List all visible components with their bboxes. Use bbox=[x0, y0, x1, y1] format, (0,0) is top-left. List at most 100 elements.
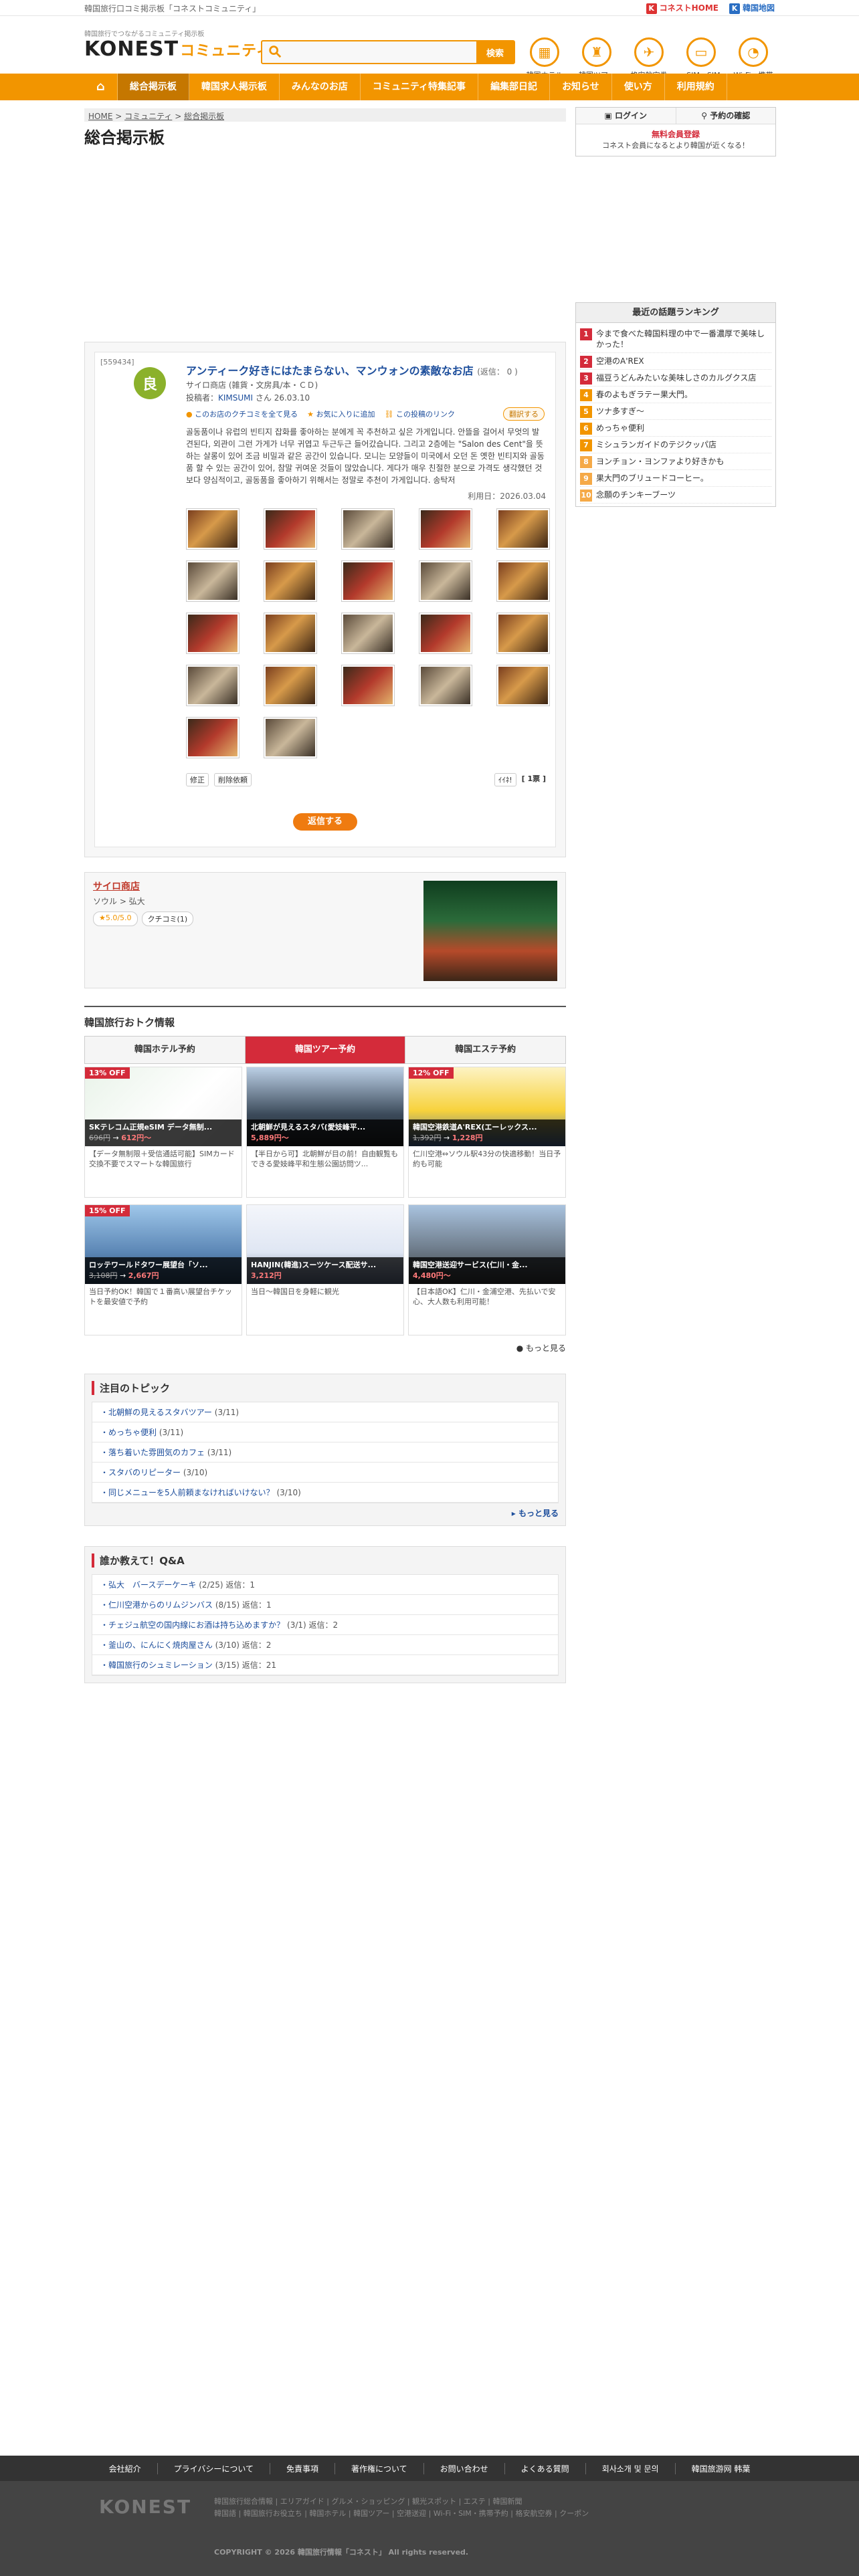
nav-jobs[interactable]: 韓国求人掲示板 bbox=[189, 74, 280, 100]
deal-card[interactable]: 15% OFF ロッテワールドタワー展望台「ソ... 3,108円 → 2,667… bbox=[84, 1204, 242, 1335]
nav-board[interactable]: 総合掲示板 bbox=[117, 74, 189, 100]
photo-thumb[interactable] bbox=[264, 665, 317, 706]
search-input[interactable] bbox=[288, 44, 468, 60]
deals-heading: 韓国旅行おトク情報 bbox=[84, 1016, 175, 1029]
post-url-link[interactable]: ⛓ この投稿のリンク bbox=[384, 409, 454, 419]
tab-hotel[interactable]: 韓国ホテル予約 bbox=[85, 1037, 246, 1063]
footer-link[interactable]: よくある質問 bbox=[505, 2462, 586, 2474]
footer-link[interactable]: お問い合わせ bbox=[424, 2462, 505, 2474]
nav-howto[interactable]: 使い方 bbox=[612, 74, 665, 100]
footer-links-1[interactable]: 韓国旅行総合情報 | エリアガイド | グルメ・ショッピング | 観光スポット … bbox=[214, 2496, 589, 2508]
nav-features[interactable]: コミュニティ特集記事 bbox=[361, 74, 479, 100]
nav-news[interactable]: お知らせ bbox=[550, 74, 612, 100]
edit-button[interactable]: 修正 bbox=[186, 773, 209, 786]
list-item[interactable]: ・チェジュ航空の国内線にお酒は持ち込めますか？ (3/1) 返信：2 bbox=[92, 1615, 558, 1635]
photo-thumb[interactable] bbox=[419, 560, 472, 602]
deal-card[interactable]: 13% OFF SKテレコム正規eSIM データ無制... 696円 → 612円… bbox=[84, 1067, 242, 1198]
post-title[interactable]: アンティーク好きにはたまらない、マンウォンの素敵なお店 bbox=[186, 364, 474, 377]
photo-thumb[interactable] bbox=[341, 665, 395, 706]
topics-more-link[interactable]: ▸ もっと見る bbox=[92, 1507, 559, 1519]
delete-request-button[interactable]: 削除依頼 bbox=[214, 773, 252, 786]
photo-thumb[interactable] bbox=[341, 613, 395, 654]
translate-button[interactable]: 翻訳する bbox=[503, 407, 545, 421]
link-icon: ⛓ bbox=[384, 410, 394, 419]
deal-card[interactable]: 12% OFF 韓国空港鉄道A'REX(エーレックス... 1,392円 → 1,… bbox=[408, 1067, 566, 1198]
ranking-item[interactable]: 8 ヨンチョン・ヨンファより好きかも bbox=[580, 453, 771, 470]
reply-button[interactable]: 返信する bbox=[293, 813, 357, 831]
korea-map-link[interactable]: K 韓国地図 bbox=[729, 2, 775, 14]
photo-thumb[interactable] bbox=[264, 508, 317, 550]
nav-terms[interactable]: 利用規約 bbox=[665, 74, 727, 100]
ranking-item[interactable]: 4 春のよもぎラテー果大門。 bbox=[580, 387, 771, 403]
list-item[interactable]: ・弘大 バースデーケーキ (2/25) 返信：1 bbox=[92, 1575, 558, 1595]
ranking-item[interactable]: 10 念願のチンキーブーツ bbox=[580, 487, 771, 504]
breadcrumb-current[interactable]: 総合掲示板 bbox=[184, 112, 224, 121]
breadcrumb-home[interactable]: HOME bbox=[88, 112, 112, 121]
register-link[interactable]: 無料会員登録 コネスト会員になるとより韓国が近くなる！ bbox=[576, 124, 775, 156]
list-item[interactable]: ・同じメニューを5人前頼まなければいけない？ (3/10) bbox=[92, 1483, 558, 1503]
photo-thumb[interactable] bbox=[186, 665, 240, 706]
photo-thumb[interactable] bbox=[419, 613, 472, 654]
ranking-item[interactable]: 6 めっちゃ便利 bbox=[580, 420, 771, 437]
ranking-item[interactable]: 1 今まで食べた韓国料理の中で一番濃厚で美味しかった！ bbox=[580, 326, 771, 353]
photo-thumb[interactable] bbox=[496, 508, 550, 550]
footer-nav: 会社紹介 プライバシーについて 免責事項 著作権について お問い合わせ よくある… bbox=[0, 2456, 859, 2481]
footer-link[interactable]: 회사소개 및 문의 bbox=[586, 2462, 676, 2474]
deal-card[interactable]: 韓国空港送迎サービス(仁川・金... 4,480円～ 【日本語OK】仁川・金浦空港… bbox=[408, 1204, 566, 1335]
nav-home[interactable]: ⌂ bbox=[84, 74, 118, 100]
list-item[interactable]: ・仁川空港からのリムジンバス (8/15) 返信：1 bbox=[92, 1595, 558, 1615]
like-button[interactable]: ｲｲﾈ! bbox=[494, 773, 516, 786]
footer-link[interactable]: 会社紹介 bbox=[93, 2462, 158, 2474]
ranking-item[interactable]: 5 ツナ多すぎ～ bbox=[580, 403, 771, 420]
tab-esthe[interactable]: 韓国エステ予約 bbox=[405, 1037, 566, 1063]
photo-thumb[interactable] bbox=[341, 508, 395, 550]
deals-more-link[interactable]: ● もっと見る bbox=[84, 1342, 566, 1354]
footer-link[interactable]: 韓国旅游网 韩葉 bbox=[676, 2463, 767, 2474]
list-item[interactable]: ・めっちゃ便利 (3/11) bbox=[92, 1422, 558, 1442]
photo-thumb[interactable] bbox=[186, 613, 240, 654]
ranking-item[interactable]: 2 空港のA'REX bbox=[580, 353, 771, 370]
search-button[interactable]: 検索 bbox=[476, 41, 514, 63]
poster-name[interactable]: KIMSUMI bbox=[218, 393, 253, 403]
ranking-item[interactable]: 7 ミシュランガイドのテジクッパ店 bbox=[580, 437, 771, 453]
footer-link[interactable]: 免責事項 bbox=[270, 2462, 335, 2474]
nav-shops[interactable]: みんなのお店 bbox=[280, 74, 361, 100]
view-all-reviews-link[interactable]: ● このお店のクチコミを全て見る bbox=[186, 409, 298, 419]
deal-card[interactable]: HANJIN(韓進)スーツケース配送サ... 3,212円 当日～韓国日を身軽に観… bbox=[246, 1204, 404, 1335]
photo-thumb[interactable] bbox=[419, 508, 472, 550]
ranking-item[interactable]: 3 福豆うどんみたいな美味しさのカルグクス店 bbox=[580, 370, 771, 387]
footer-link[interactable]: プライバシーについて bbox=[158, 2462, 270, 2474]
list-item[interactable]: ・韓国旅行のシュミレーション (3/15) 返信：21 bbox=[92, 1655, 558, 1675]
photo-thumb[interactable] bbox=[496, 665, 550, 706]
photo-thumb[interactable] bbox=[264, 717, 317, 758]
nav-diary[interactable]: 編集部日記 bbox=[478, 74, 551, 100]
list-item[interactable]: ・釜山の、にんにく焼肉屋さん (3/10) 返信：2 bbox=[92, 1635, 558, 1655]
photo-thumb[interactable] bbox=[419, 665, 472, 706]
tab-tour[interactable]: 韓国ツアー予約 bbox=[245, 1037, 406, 1063]
photo-thumb[interactable] bbox=[341, 560, 395, 602]
konest-home-link[interactable]: K コネストHOME bbox=[646, 2, 719, 14]
shop-name-link[interactable]: サイロ商店 bbox=[93, 879, 140, 893]
list-item[interactable]: ・北朝鮮の見えるスタバツアー (3/11) bbox=[92, 1402, 558, 1422]
list-item[interactable]: ・落ち着いた雰囲気のカフェ (3/11) bbox=[92, 1442, 558, 1463]
photo-thumb[interactable] bbox=[264, 613, 317, 654]
logo[interactable]: 韓国旅行でつながるコミュニティ掲示板 KONESTコミュニティ bbox=[84, 28, 272, 63]
shop-reviews-link[interactable]: クチコミ(1) bbox=[141, 911, 194, 926]
photo-thumb[interactable] bbox=[186, 560, 240, 602]
photo-thumb[interactable] bbox=[264, 560, 317, 602]
add-favorite-link[interactable]: ★ お気に入りに追加 bbox=[307, 409, 375, 419]
photo-thumb[interactable] bbox=[186, 717, 240, 758]
photo-thumb[interactable] bbox=[186, 508, 240, 550]
shop-photo[interactable] bbox=[423, 881, 557, 981]
deal-card[interactable]: 北朝鮮が見えるスタバ(愛妓峰平... 5,889円～ 【半日から可】北朝鮮が目の前… bbox=[246, 1067, 404, 1198]
list-item[interactable]: ・スタバのリピーター (3/10) bbox=[92, 1463, 558, 1483]
reservation-check-button[interactable]: ⚲ 予約の確認 bbox=[676, 108, 775, 124]
login-button[interactable]: ▣ ログイン bbox=[576, 108, 676, 124]
photo-thumb[interactable] bbox=[496, 613, 550, 654]
footer-links-2[interactable]: 韓国語 | 韓国旅行お役立ち | 韓国ホテル | 韓国ツアー | 空港送迎 | … bbox=[214, 2508, 589, 2520]
shop-line[interactable]: サイロ商店 (雑貨・文房具/本・ＣＤ) bbox=[186, 379, 546, 391]
ranking-item[interactable]: 9 果大門のブリュードコーヒー。 bbox=[580, 470, 771, 487]
photo-thumb[interactable] bbox=[496, 560, 550, 602]
footer-link[interactable]: 著作権について bbox=[335, 2462, 424, 2474]
breadcrumb-community[interactable]: コミュニティ bbox=[124, 112, 172, 121]
